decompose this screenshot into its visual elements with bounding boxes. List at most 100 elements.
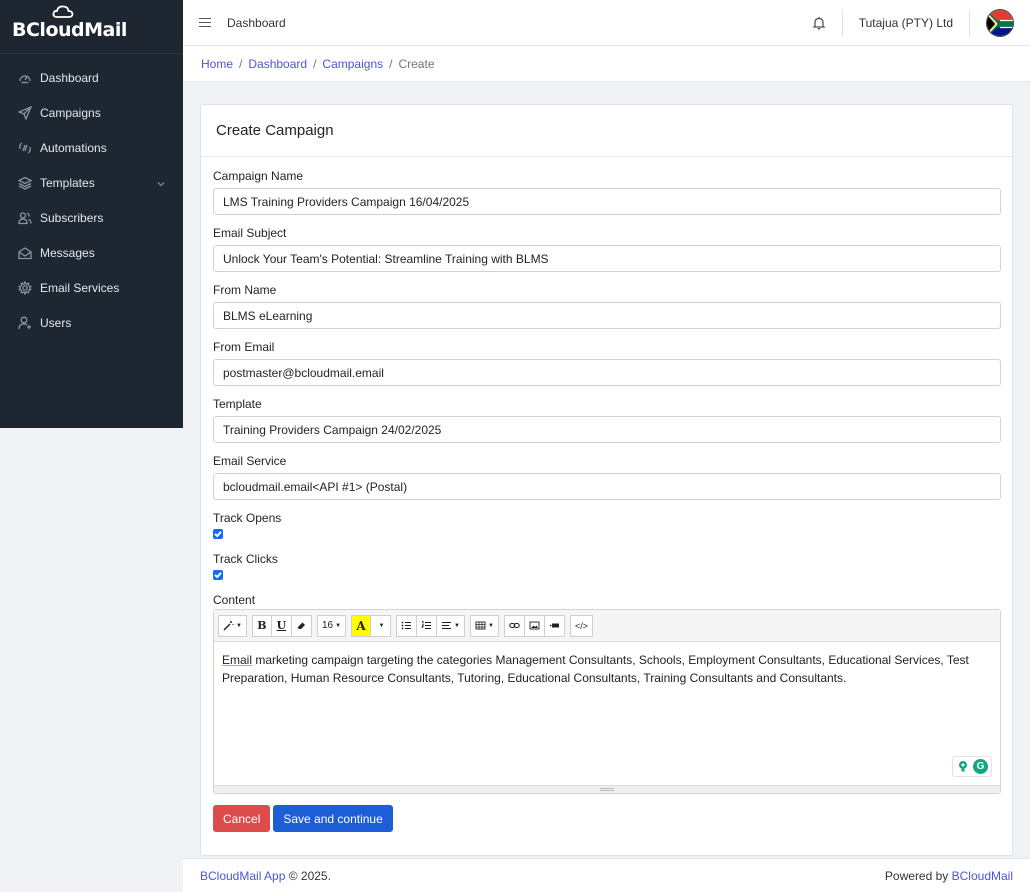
clear-format-button[interactable] (291, 614, 312, 637)
topbar-title: Dashboard (227, 15, 286, 30)
editor-first-word: Email (222, 653, 253, 667)
sidebar-item-automations[interactable]: Automations (0, 130, 183, 165)
email-subject-group: Email Subject Unlock Your Team's Potenti… (213, 226, 1001, 272)
sidebar-item-label: Automations (40, 140, 107, 155)
grammarly-widget[interactable]: G (952, 756, 992, 777)
from-name-label: From Name (213, 283, 277, 297)
sidebar-item-label: Users (40, 315, 72, 330)
sidebar-item-label: Subscribers (40, 210, 104, 225)
breadcrumb-campaigns-link[interactable]: Campaigns (322, 57, 383, 71)
sidebar-item-dashboard[interactable]: Dashboard (0, 60, 183, 95)
sidebar-item-email-services[interactable]: Email Services (0, 270, 183, 305)
sidebar-item-users[interactable]: Users (0, 305, 183, 340)
menu-toggle-icon[interactable] (199, 17, 211, 28)
email-service-label: Email Service (213, 454, 287, 468)
underline-button[interactable]: U (271, 614, 292, 637)
magic-wand-icon (223, 621, 234, 631)
insert-video-button[interactable] (544, 614, 565, 637)
topbar: Dashboard Tutajua (PTY) Ltd (183, 0, 1030, 46)
insert-image-button[interactable] (524, 614, 545, 637)
unordered-list-button[interactable] (396, 614, 418, 637)
breadcrumb: Home / Dashboard / Campaigns / Create (183, 46, 1030, 82)
code-view-button[interactable]: </> (569, 614, 593, 637)
content-editor: ▼ B U 16 ▼ A ▼ ▼ ▼ </> Email marketing c… (213, 609, 1001, 794)
company-name[interactable]: Tutajua (PTY) Ltd (859, 16, 953, 30)
footer-copyright-text: © 2025. (288, 868, 331, 883)
sidebar-item-messages[interactable]: Messages (0, 235, 183, 270)
list-number-icon (421, 621, 432, 629)
template-select[interactable]: Training Providers Campaign 24/02/2025 (213, 416, 1001, 443)
grammarly-icon[interactable]: G (973, 759, 988, 774)
link-icon (509, 622, 520, 629)
footer-powered: Powered by BCloudMail (885, 869, 1013, 883)
card-body: Campaign Name LMS Training Providers Cam… (201, 157, 1012, 832)
check-icon (214, 531, 222, 538)
ordered-list-button[interactable] (417, 614, 438, 637)
footer-app-link[interactable]: BCloudMail App (200, 869, 285, 883)
video-icon (549, 623, 559, 628)
track-clicks-group: Track Clicks (213, 552, 1000, 580)
bell-icon[interactable] (812, 16, 826, 30)
breadcrumb-dashboard-link[interactable]: Dashboard (248, 57, 307, 71)
cancel-button[interactable]: Cancel (213, 805, 271, 832)
sidebar-item-label: Campaigns (40, 105, 101, 120)
sidebar-item-label: Dashboard (40, 70, 99, 85)
bold-button[interactable]: B (251, 614, 272, 637)
content-group: Content ▼ B U 16 ▼ A ▼ ▼ ▼ </> Email mar… (213, 593, 1001, 794)
breadcrumb-separator: / (389, 56, 393, 71)
brand-name: BCloudMail (12, 18, 127, 41)
sidebar-item-label: Messages (40, 245, 95, 260)
campaign-name-input[interactable]: LMS Training Providers Campaign 16/04/20… (213, 188, 1001, 215)
sidebar: BCloudMail Dashboard Campaigns Automatio… (0, 0, 183, 428)
sidebar-nav: Dashboard Campaigns Automations Template… (0, 54, 183, 340)
chevron-down-icon (157, 177, 165, 187)
from-email-label: From Email (213, 340, 275, 354)
page-title: Create Campaign (216, 122, 334, 139)
topbar-right: Tutajua (PTY) Ltd (812, 0, 1014, 46)
gear-icon (18, 280, 32, 295)
divider (969, 10, 970, 36)
brand-logo[interactable]: BCloudMail (12, 5, 127, 41)
email-service-select[interactable]: bcloudmail.email<API #1> (Postal) (213, 473, 1001, 500)
from-name-input[interactable]: BLMS eLearning (213, 302, 1001, 329)
lightbulb-icon[interactable] (956, 759, 970, 773)
font-size-dropdown[interactable]: 16 ▼ (316, 614, 347, 637)
text-color-button[interactable]: A (351, 614, 372, 637)
track-opens-checkbox[interactable] (213, 529, 223, 539)
email-subject-input[interactable]: Unlock Your Team's Potential: Streamline… (213, 245, 1001, 272)
font-size-value: 16 (321, 620, 334, 631)
sidebar-item-subscribers[interactable]: Subscribers (0, 200, 183, 235)
footer: BCloudMail App © 2025. Powered by BCloud… (183, 858, 1030, 892)
breadcrumb-current: Create (398, 56, 435, 71)
sidebar-item-label: Templates (40, 175, 95, 190)
color-dropdown[interactable]: ▼ (371, 614, 392, 637)
content-label: Content (213, 593, 256, 607)
form-actions: Cancel Save and continue (213, 805, 1000, 832)
check-icon (214, 572, 222, 579)
brand-header: BCloudMail (0, 0, 183, 54)
editor-toolbar: ▼ B U 16 ▼ A ▼ ▼ ▼ </> (214, 610, 1000, 642)
sidebar-item-templates[interactable]: Templates (0, 165, 183, 200)
users-icon (18, 211, 32, 225)
send-icon (18, 105, 32, 120)
editor-resize-handle[interactable] (214, 785, 1000, 793)
insert-link-button[interactable] (503, 614, 525, 637)
paragraph-align-dropdown[interactable]: ▼ (437, 614, 465, 637)
from-email-group: From Email postmaster@bcloudmail.email (213, 340, 1001, 386)
gauge-icon (18, 71, 32, 85)
save-and-continue-button[interactable]: Save and continue (273, 805, 393, 832)
breadcrumb-separator: / (239, 56, 243, 71)
table-dropdown[interactable]: ▼ (469, 614, 499, 637)
editor-content-area[interactable]: Email marketing campaign targeting the c… (214, 642, 1000, 785)
track-clicks-checkbox[interactable] (213, 570, 223, 580)
sidebar-item-campaigns[interactable]: Campaigns (0, 95, 183, 130)
style-magic-wand-button[interactable]: ▼ (218, 614, 247, 637)
template-group: Template Training Providers Campaign 24/… (213, 397, 1001, 443)
sync-icon (18, 141, 32, 155)
footer-copyright: BCloudMail App © 2025. (200, 869, 331, 883)
from-email-input[interactable]: postmaster@bcloudmail.email (213, 359, 1001, 386)
south-africa-flag-avatar[interactable] (986, 9, 1014, 37)
breadcrumb-home-link[interactable]: Home (201, 57, 233, 71)
layers-icon (18, 176, 32, 190)
footer-powered-link[interactable]: BCloudMail (952, 869, 1013, 883)
